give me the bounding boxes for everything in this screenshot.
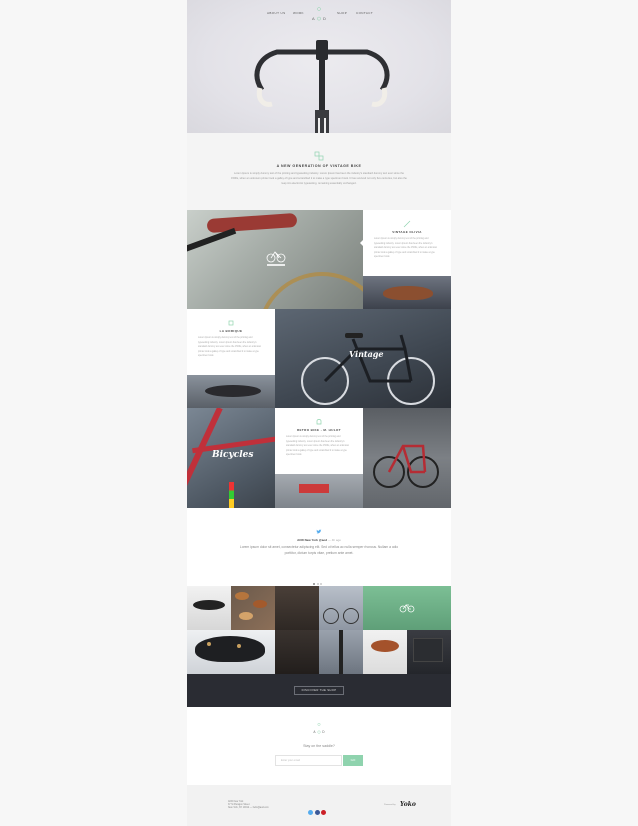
photo-bike-closeup (187, 210, 363, 309)
nav-item-shop[interactable]: SHOP (337, 11, 347, 15)
intro-section: A NEW GENERATION OF VINTAGE BIKE Lorem I… (187, 133, 451, 210)
pointer-arrow (360, 240, 363, 246)
shop-item-bike[interactable] (319, 586, 363, 630)
photo-saddle-dark (187, 375, 275, 408)
photo-red-tag (275, 474, 363, 508)
nav-item-contact[interactable]: CONTACT (356, 11, 373, 15)
bicycles-script-label: Bicycles (212, 450, 254, 460)
intro-title: A NEW GENERATION OF VINTAGE BIKE (276, 164, 362, 168)
intro-body: Lorem Ipsum is simply dummy text of the … (231, 172, 407, 185)
svg-text:A: A (312, 16, 315, 21)
powered-by-label: Powered by (384, 804, 396, 806)
nav-item-work[interactable]: WORK (293, 11, 304, 15)
gear-icon (228, 320, 234, 326)
svg-text:D: D (322, 730, 325, 734)
twitter-icon[interactable] (308, 810, 313, 815)
subscribe-button[interactable]: GO (343, 755, 363, 766)
carousel-dots (313, 572, 327, 585)
card-title: VINTAGE OLIVIA (392, 230, 422, 234)
shop-item-saddle-black[interactable] (187, 586, 231, 630)
hero-banner: ABOUT US WORK A D SHOP CONTACT (187, 0, 451, 133)
vintage-script-label: Vintage (349, 349, 384, 359)
card-vintage-olivia: VINTAGE OLIVIA Lorem Ipsum is simply dum… (360, 210, 451, 276)
shop-item-saddle-brown[interactable] (363, 630, 407, 674)
photo-vintage-bike: Vintage (275, 309, 451, 408)
shop-item-bike-frame[interactable] (319, 630, 363, 674)
wrench-icon (403, 220, 411, 228)
carousel-dot[interactable] (316, 583, 319, 585)
nav-item-about[interactable]: ABOUT US (267, 11, 285, 15)
svg-text:D: D (323, 16, 326, 21)
facebook-icon[interactable] (314, 810, 320, 815)
email-field[interactable]: Enter your email (275, 755, 342, 766)
footer: AOD New York 37 St Paragon Street New Yo… (187, 785, 451, 826)
tweet-author[interactable]: AOD New York (297, 538, 318, 542)
logo[interactable]: A D (309, 6, 329, 26)
carousel-dot[interactable] (313, 583, 315, 585)
shop-item-green-promo[interactable] (363, 586, 451, 630)
photo-red-bicycle-frame: Bicycles (187, 408, 275, 508)
footer-logo: A D (313, 723, 325, 734)
newsletter-question: Stay on the saddle? (303, 744, 335, 748)
main-nav: ABOUT US WORK A D SHOP CONTACT (187, 7, 451, 21)
bike-badge-icon (265, 246, 287, 268)
photo-red-bike-wall (363, 408, 451, 508)
card-body: Lorem Ipsum is simply dummy text of the … (374, 238, 438, 259)
shop-item-tools[interactable] (275, 630, 319, 674)
pinterest-icon[interactable] (321, 810, 326, 815)
tweet-time: — 4h ago (327, 538, 341, 542)
shop-item-bags[interactable] (275, 586, 319, 630)
card-la-borique: LA BORIQUE Lorem Ipsum is simply dummy t… (187, 309, 275, 378)
tweet-meta: AOD New York @aod — 4h ago (187, 538, 451, 542)
bike-chain-icon (314, 151, 324, 161)
newsletter-section: A D Stay on the saddle? Enter your email… (187, 707, 451, 785)
shop-gallery (187, 586, 451, 674)
tweet-text: Lorem ipsum dolor sit amet, consectetur … (239, 545, 399, 555)
card-body: Lorem Ipsum is simply dummy text of the … (286, 436, 350, 457)
address-line: New York, NY 10012 — hello@aod.com (228, 807, 269, 810)
card-title: RETRO BIKE - M. HULOT (296, 428, 342, 432)
card-body: Lorem Ipsum is simply dummy text of the … (198, 337, 262, 358)
powered-by-brand[interactable]: Yoko (400, 801, 416, 808)
card-title: LA BORIQUE (219, 329, 243, 333)
svg-text:A: A (313, 730, 316, 734)
tweet-handle[interactable]: @aod (319, 538, 327, 542)
page: ABOUT US WORK A D SHOP CONTACT A NEW GEN… (187, 0, 451, 826)
discover-shop-button[interactable]: DISCOVER THE SHOP (294, 686, 344, 695)
carousel-dot[interactable] (320, 583, 322, 585)
footer-address: AOD New York 37 St Paragon Street New Yo… (228, 801, 269, 811)
handlebar-image (254, 40, 390, 133)
bike-badge-icon (399, 600, 415, 613)
shop-item-saddle-collection[interactable] (231, 586, 275, 630)
shop-item-saddle-large[interactable] (187, 630, 275, 674)
card-retro-bike: RETRO BIKE - M. HULOT Lorem Ipsum is sim… (275, 408, 363, 477)
social-links (308, 802, 330, 815)
twitter-bird-icon (316, 529, 322, 534)
discover-bar: DISCOVER THE SHOP (187, 674, 451, 707)
shop-item-bag-dark[interactable] (407, 630, 451, 674)
photo-saddle-brown (363, 276, 451, 309)
bell-icon (316, 419, 322, 425)
